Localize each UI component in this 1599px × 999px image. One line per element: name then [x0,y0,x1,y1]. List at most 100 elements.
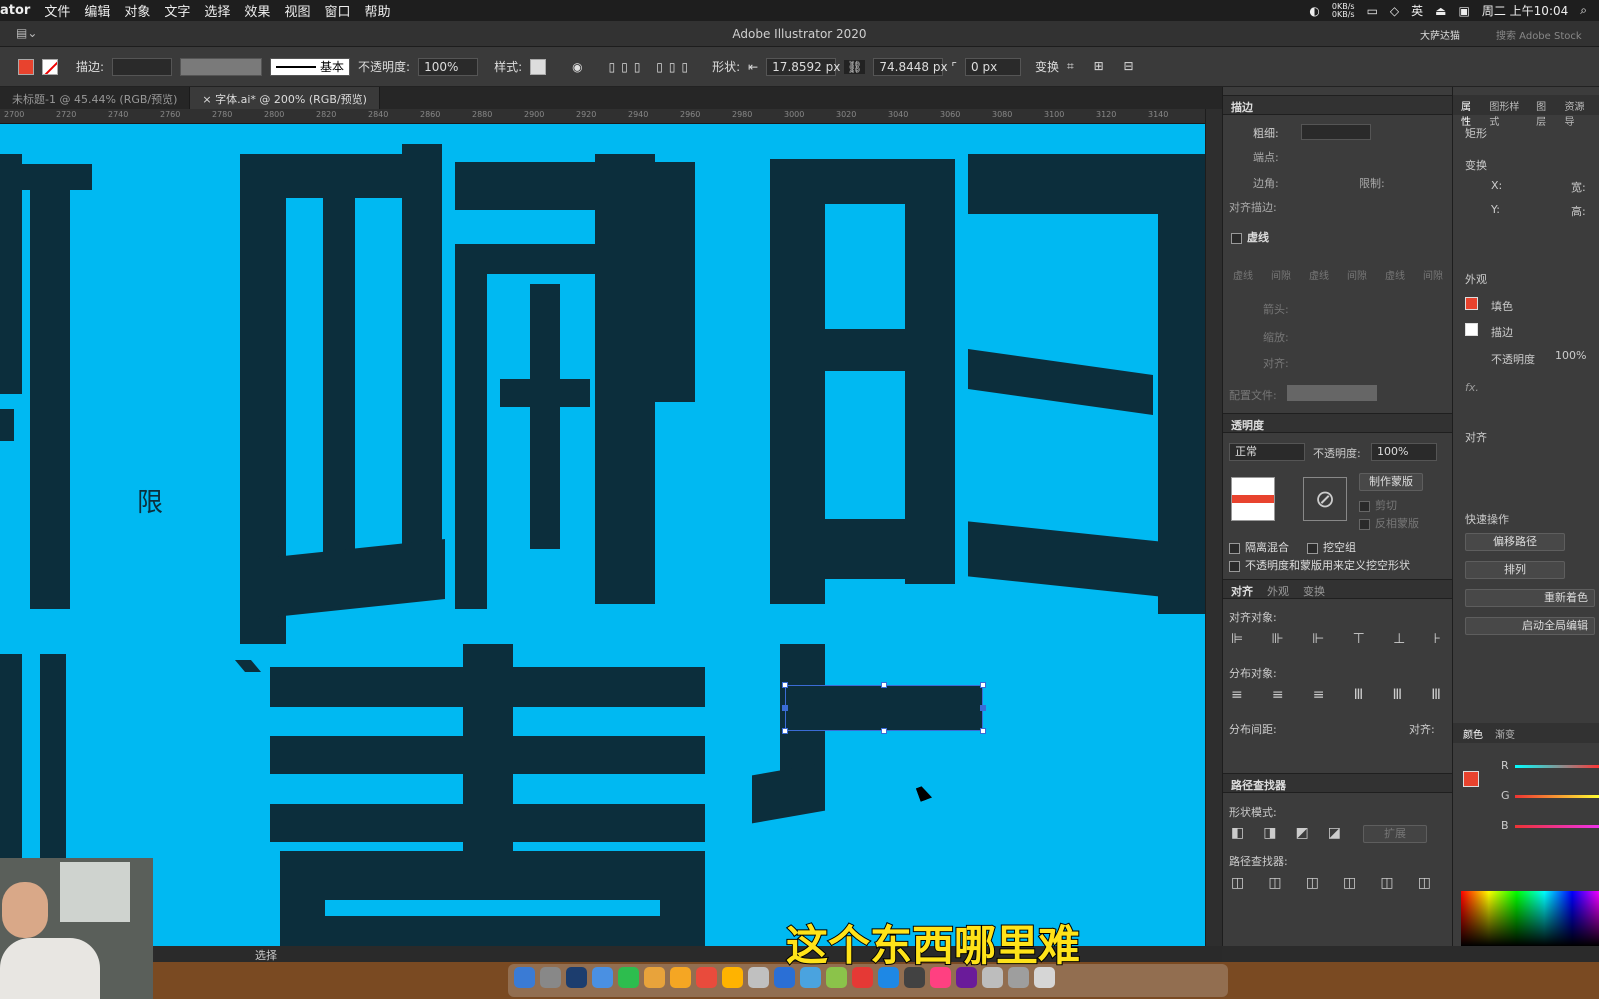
app-menu[interactable]: ator [0,3,30,18]
tab-untitled[interactable]: 未标题-1 @ 45.44% (RGB/预览) [0,87,191,109]
resize-handle[interactable] [980,682,986,688]
dock-app-icon[interactable] [852,967,873,988]
menu-object[interactable]: 对象 [124,1,150,20]
tab-transform[interactable]: 变换 [1303,583,1325,598]
no-mask-icon[interactable]: ⊘ [1303,477,1347,521]
dashed-checkbox[interactable]: 虚线 [1231,229,1269,245]
tab-graphic-styles[interactable]: 图形样式 [1489,98,1526,128]
transform-link[interactable]: 变换 [1035,58,1059,75]
stroke-weight-input[interactable] [1301,124,1371,140]
dock-app-icon[interactable] [670,967,691,988]
mask-thumbnail[interactable] [1231,477,1275,521]
recolor-button[interactable]: 重新着色 [1465,589,1595,607]
resize-handle[interactable] [980,705,986,711]
dock-app-icon[interactable] [592,967,613,988]
dock-app-icon[interactable] [696,967,717,988]
search-icon[interactable]: ⌕ [1580,3,1587,18]
brush-profile[interactable]: 基本 [270,57,351,76]
g-slider[interactable] [1515,795,1599,798]
knockout-checkbox[interactable]: 挖空组 [1307,539,1356,555]
menu-type[interactable]: 文字 [164,1,190,20]
transparency-opacity-field[interactable]: 100% [1371,443,1437,461]
style-swatch[interactable] [530,58,547,75]
width-field[interactable]: 17.8592 px [766,57,840,76]
dock-app-icon[interactable] [644,967,665,988]
dock-app-icon[interactable] [956,967,977,988]
dock-app-icon[interactable] [1034,967,1055,988]
artboard-canvas[interactable]: 限 [0,124,1205,946]
tab-gradient[interactable]: 渐变 [1495,726,1515,741]
transparency-panel-header[interactable]: 透明度 [1223,413,1453,433]
tab-align[interactable]: 对齐 [1231,583,1253,598]
define-knockout-checkbox[interactable]: 不透明度和蒙版用来定义挖空形状 [1229,557,1410,573]
profile-select[interactable] [1287,385,1377,401]
airplay-icon[interactable]: ▣ [1459,4,1470,18]
wifi-icon[interactable]: ◇ [1390,4,1399,18]
b-slider[interactable] [1515,825,1599,828]
dock-app-icon[interactable] [748,967,769,988]
dock-app-icon[interactable] [930,967,951,988]
fill-color-swatch[interactable] [1465,297,1478,310]
clock[interactable]: 周二 上午10:04 [1482,2,1568,19]
stroke-panel-header[interactable]: 描边 [1223,95,1453,115]
dock-app-icon[interactable] [514,967,535,988]
tab-layers[interactable]: 图层 [1536,98,1554,128]
vertical-scrollbar[interactable] [1205,109,1222,946]
eject-icon[interactable]: ⏏ [1435,4,1446,18]
color-fill-swatch[interactable] [1463,771,1479,787]
opacity-field[interactable]: 100% [418,57,479,76]
tab-properties[interactable]: 属性 [1461,98,1479,128]
menu-file[interactable]: 文件 [44,1,70,20]
stroke-swatch[interactable] [42,58,58,75]
offset-path-button[interactable]: 偏移路径 [1465,533,1565,551]
resize-handle[interactable] [881,682,887,688]
tab-color[interactable]: 颜色 [1463,726,1483,741]
stock-search[interactable]: 搜索 Adobe Stock [1496,27,1582,42]
arrange-icons[interactable]: ⌗ ⊞ ⊟ [1067,59,1142,74]
display-icon[interactable]: ▭ [1367,4,1378,18]
menu-view[interactable]: 视图 [284,1,310,20]
arrange-button[interactable]: 排列 [1465,561,1565,579]
opacity-value[interactable]: 100% [1555,349,1586,362]
menu-help[interactable]: 帮助 [364,1,390,20]
blend-mode-select[interactable]: 正常 [1229,443,1305,461]
resize-handle[interactable] [782,728,788,734]
status-icon[interactable]: ◐ [1309,4,1319,18]
dock-app-icon[interactable] [826,967,847,988]
resize-handle[interactable] [782,682,788,688]
invert-mask-checkbox[interactable]: 反相蒙版 [1359,515,1419,531]
input-method[interactable]: 英 [1411,2,1423,19]
recolor-icon[interactable]: ◉ [572,60,582,74]
dock-app-icon[interactable] [1008,967,1029,988]
resize-handle[interactable] [881,728,887,734]
pathfinder-panel-header[interactable]: 路径查找器 [1223,773,1453,793]
tab-assets[interactable]: 资源导 [1564,98,1592,128]
resize-handle[interactable] [980,728,986,734]
menu-effect[interactable]: 效果 [244,1,270,20]
height-field[interactable]: 74.8448 px [873,57,948,76]
stroke-color-swatch[interactable] [1465,323,1478,336]
isolate-blend-checkbox[interactable]: 隔离混合 [1229,539,1289,555]
workspace-name[interactable]: 大萨达猫 [1420,27,1460,42]
global-edit-button[interactable]: 启动全局编辑 [1465,617,1595,635]
variable-width-field[interactable] [180,57,263,76]
link-icon[interactable]: ⛓ [844,59,866,74]
tab-font-ai[interactable]: × 字体.ai* @ 200% (RGB/预览) [190,87,380,109]
glyph-text[interactable]: 限 [137,482,163,519]
dock-app-icon[interactable] [722,967,743,988]
menu-window[interactable]: 窗口 [324,1,350,20]
dock-app-icon[interactable] [774,967,795,988]
menu-select[interactable]: 选择 [204,1,230,20]
make-mask-button[interactable]: 制作蒙版 [1359,473,1423,491]
dock-app-icon[interactable] [800,967,821,988]
distribute-buttons[interactable]: ≡ ≡ ≡ Ⅲ Ⅲ Ⅲ [1231,687,1441,703]
dock-app-icon[interactable] [566,967,587,988]
dock-app-icon[interactable] [904,967,925,988]
color-spectrum[interactable] [1461,891,1599,946]
dock-app-icon[interactable] [982,967,1003,988]
selection-bounding-box[interactable] [782,682,986,734]
dock-app-icon[interactable] [540,967,561,988]
current-tool[interactable]: 选择 [255,947,277,963]
clip-checkbox[interactable]: 剪切 [1359,497,1397,513]
tab-appearance[interactable]: 外观 [1267,583,1289,598]
